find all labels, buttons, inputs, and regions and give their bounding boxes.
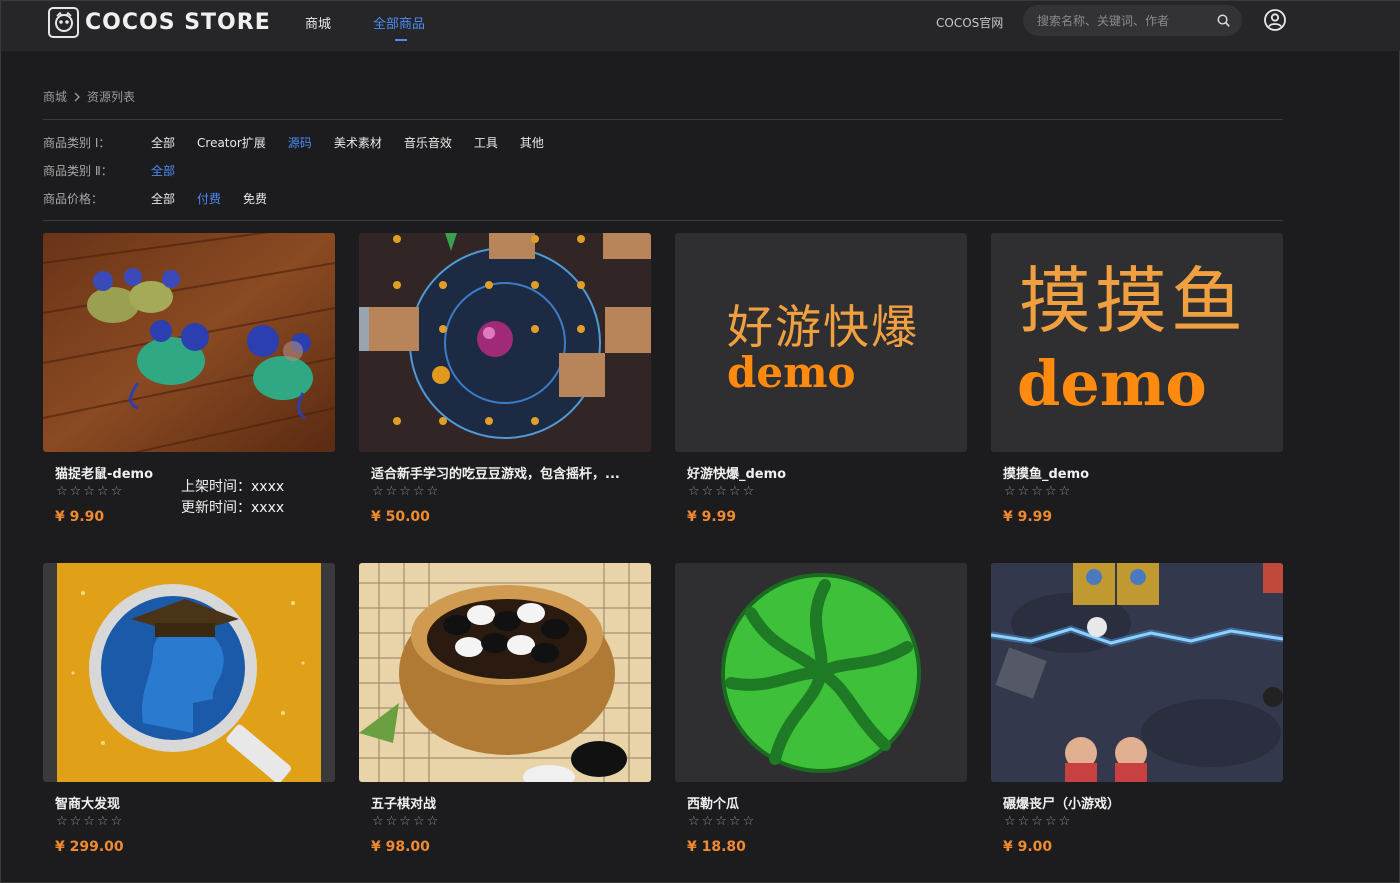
thumbnail-demo-text: demo xyxy=(727,348,856,397)
product-title[interactable]: 适合新手学习的吃豆豆游戏，包含摇杆，... xyxy=(371,463,646,482)
product-title[interactable]: 好游快爆_demo xyxy=(687,463,962,482)
star-rating: ☆☆☆☆☆ xyxy=(56,484,125,499)
filter-option-tools[interactable]: 工具 xyxy=(474,134,498,151)
cocos-logo-icon xyxy=(48,6,79,38)
filter-category-2: 商品类别 Ⅱ： 全部 xyxy=(43,161,197,179)
filter-price: 商品价格： 全部 付费 免费 xyxy=(43,189,289,207)
search-box xyxy=(1023,5,1242,36)
logo-text: COCOS STORE xyxy=(85,9,271,35)
star-rating: ☆☆☆☆☆ xyxy=(688,484,757,499)
product-title[interactable]: 西勒个瓜 xyxy=(687,793,962,812)
filter-option-source-code[interactable]: 源码 xyxy=(288,134,312,151)
product-thumbnail[interactable] xyxy=(359,233,651,452)
product-title[interactable]: 摸摸鱼_demo xyxy=(1003,463,1278,482)
cocos-store-logo[interactable]: COCOS STORE xyxy=(48,6,271,38)
chevron-right-icon xyxy=(74,92,80,101)
filter-category-1: 商品类别 Ⅰ： 全部 Creator扩展 源码 美术素材 音乐音效 工具 其他 xyxy=(43,133,566,151)
filter-option-art-assets[interactable]: 美术素材 xyxy=(334,134,382,151)
product-thumbnail[interactable]: 摸摸鱼 demo xyxy=(991,233,1283,452)
search-input[interactable] xyxy=(1037,11,1207,30)
product-thumbnail[interactable] xyxy=(675,563,967,782)
divider xyxy=(43,119,1283,120)
product-price: ¥ 9.99 xyxy=(687,509,737,525)
filter-option-creator-extension[interactable]: Creator扩展 xyxy=(197,134,266,151)
filter-option-all[interactable]: 全部 xyxy=(151,134,175,151)
product-price: ¥ 50.00 xyxy=(371,509,430,525)
filter-label: 商品价格： xyxy=(43,191,104,206)
product-price: ¥ 9.90 xyxy=(55,509,105,525)
user-account-icon[interactable] xyxy=(1263,8,1287,32)
product-price: ¥ 9.99 xyxy=(1003,509,1053,525)
product-price: ¥ 98.00 xyxy=(371,839,430,855)
breadcrumb: 商城 资源列表 xyxy=(43,88,135,105)
active-nav-indicator xyxy=(395,39,407,41)
filter-label: 商品类别 Ⅱ： xyxy=(43,163,113,178)
filter-option-all[interactable]: 全部 xyxy=(151,190,175,207)
filter-label: 商品类别 Ⅰ： xyxy=(43,135,111,150)
filter-option-free[interactable]: 免费 xyxy=(243,190,267,207)
breadcrumb-store[interactable]: 商城 xyxy=(43,88,67,105)
product-thumbnail[interactable] xyxy=(991,563,1283,782)
star-rating: ☆☆☆☆☆ xyxy=(372,484,441,499)
product-date-tooltip: 上架时间：xxxx 更新时间：xxxx xyxy=(181,477,284,519)
thumbnail-title-text: 摸摸鱼 xyxy=(1019,259,1248,343)
product-card[interactable]: 好游快爆 demo 好游快爆_demo ☆☆☆☆☆ ¥ 9.99 xyxy=(675,233,967,533)
filter-option-paid[interactable]: 付费 xyxy=(197,190,221,207)
updated-time: 更新时间：xxxx xyxy=(181,500,285,516)
product-thumbnail[interactable] xyxy=(43,563,335,782)
star-rating: ☆☆☆☆☆ xyxy=(56,814,125,829)
product-price: ¥ 299.00 xyxy=(55,839,124,855)
star-rating: ☆☆☆☆☆ xyxy=(1004,484,1073,499)
nav-all-products[interactable]: 全部商品 xyxy=(373,13,425,32)
breadcrumb-resource-list: 资源列表 xyxy=(87,90,136,104)
product-card[interactable]: 西勒个瓜 ☆☆☆☆☆ ¥ 18.80 xyxy=(675,563,967,863)
top-navigation-bar: COCOS STORE 商城 全部商品 COCOS官网 xyxy=(1,1,1400,51)
search-icon[interactable] xyxy=(1216,13,1231,28)
product-price: ¥ 9.00 xyxy=(1003,839,1053,855)
product-thumbnail[interactable]: 好游快爆 demo xyxy=(675,233,967,452)
product-title[interactable]: 智商大发现 xyxy=(55,793,330,812)
product-card[interactable]: 适合新手学习的吃豆豆游戏，包含摇杆，... ☆☆☆☆☆ ¥ 50.00 xyxy=(359,233,651,533)
product-price: ¥ 18.80 xyxy=(687,839,746,855)
product-title[interactable]: 碾爆丧尸（小游戏） xyxy=(1003,793,1278,812)
filter-option-other[interactable]: 其他 xyxy=(520,134,544,151)
product-thumbnail[interactable] xyxy=(359,563,651,782)
thumbnail-demo-text: demo xyxy=(1017,347,1207,420)
listed-time: 上架时间：xxxx xyxy=(181,479,285,495)
filter-option-music-sfx[interactable]: 音乐音效 xyxy=(404,134,452,151)
cocos-official-link[interactable]: COCOS官网 xyxy=(936,14,1003,31)
divider xyxy=(43,220,1283,221)
filter-option-all[interactable]: 全部 xyxy=(151,162,175,179)
product-card[interactable]: 五子棋对战 ☆☆☆☆☆ ¥ 98.00 xyxy=(359,563,651,863)
product-card[interactable]: 智商大发现 ☆☆☆☆☆ ¥ 299.00 xyxy=(43,563,335,863)
star-rating: ☆☆☆☆☆ xyxy=(688,814,757,829)
star-rating: ☆☆☆☆☆ xyxy=(372,814,441,829)
product-card[interactable]: 碾爆丧尸（小游戏） ☆☆☆☆☆ ¥ 9.00 xyxy=(991,563,1283,863)
product-thumbnail[interactable] xyxy=(43,233,335,452)
star-rating: ☆☆☆☆☆ xyxy=(1004,814,1073,829)
product-title[interactable]: 五子棋对战 xyxy=(371,793,646,812)
product-card[interactable]: 摸摸鱼 demo 摸摸鱼_demo ☆☆☆☆☆ ¥ 9.99 xyxy=(991,233,1283,533)
nav-store[interactable]: 商城 xyxy=(305,13,331,32)
